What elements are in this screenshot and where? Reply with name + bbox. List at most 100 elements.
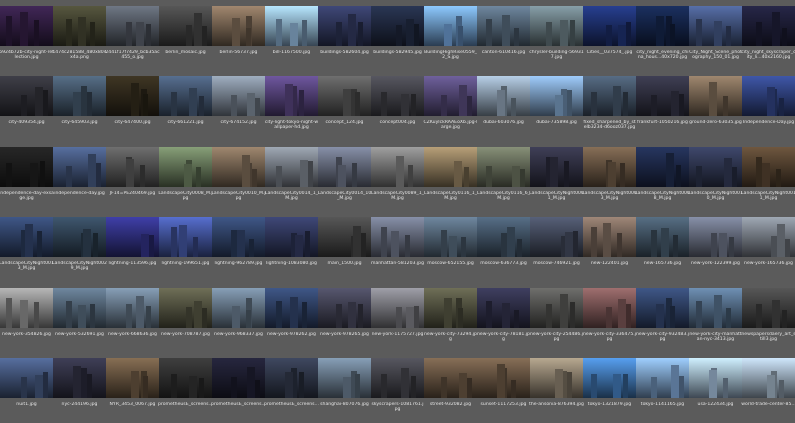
file-thumbnail[interactable] [530, 76, 583, 116]
file-item[interactable]: newspapersdaery_art_still3.jpg [741, 288, 795, 356]
file-item[interactable]: prometheusE_screens... [158, 358, 213, 418]
file-item[interactable]: LandscapeCity0089_1_M.jpg [371, 147, 424, 215]
file-item[interactable]: city_night_evening_china_hous...40x720.j… [636, 6, 689, 74]
file-item[interactable]: LandscapeCityNight0029_M.jpg [52, 217, 107, 285]
file-item[interactable]: nyc-244196.jpg [53, 358, 106, 418]
file-item[interactable]: new-york-city-932483.jpg [636, 288, 689, 356]
file-thumbnail[interactable] [636, 76, 689, 116]
file-thumbnail[interactable] [636, 6, 689, 46]
file-thumbnail[interactable] [265, 217, 318, 257]
file-item[interactable]: buildings-582604.jpg [318, 6, 371, 74]
file-item[interactable]: city-light-tokyo-night-wallpaper-hd.jpg [265, 76, 318, 144]
file-thumbnail[interactable] [212, 6, 265, 46]
file-thumbnail[interactable] [106, 358, 159, 398]
file-thumbnail[interactable] [583, 217, 636, 257]
file-thumbnail[interactable] [212, 358, 265, 398]
file-thumbnail[interactable] [583, 147, 636, 187]
file-thumbnail[interactable] [477, 6, 530, 46]
file-item[interactable]: BuildingHighRise0559_2_S.jpg [424, 6, 477, 74]
file-thumbnail[interactable] [53, 358, 106, 398]
file-thumbnail[interactable] [318, 6, 371, 46]
file-item[interactable]: LandscapeCityNight0008_M.jpg [635, 147, 690, 215]
file-item[interactable]: LandscapeCityNight0001_M.jpg [529, 147, 584, 215]
file-item[interactable]: city-661221.jpg [159, 76, 212, 144]
file-thumbnail[interactable] [159, 147, 212, 187]
file-thumbnail[interactable] [477, 358, 530, 398]
file-thumbnail[interactable] [212, 76, 265, 116]
file-thumbnail[interactable] [583, 6, 636, 46]
file-thumbnail[interactable] [636, 288, 689, 328]
file-thumbnail[interactable] [477, 217, 530, 257]
file-item[interactable]: CZKuylckRAAEoXb.jpg-large.jpg [424, 76, 477, 144]
file-item[interactable]: shanghai-807076.jpg [318, 358, 371, 418]
file-item[interactable]: prometheusE_screens... [211, 358, 266, 418]
file-item[interactable]: chrysler-building-569317.jpg [529, 6, 584, 74]
file-thumbnail[interactable] [106, 147, 159, 187]
file-thumbnail[interactable] [265, 147, 318, 187]
file-item[interactable]: berlin-56737.jpg [212, 6, 265, 74]
file-item[interactable]: tokyo-1321879.jpg [583, 358, 636, 418]
file-thumbnail[interactable] [212, 288, 265, 328]
file-item[interactable]: city-647400.jpg [106, 76, 159, 144]
file-item[interactable]: new-york-city-manhattan-nyc-3413.jpg [689, 288, 742, 356]
file-item[interactable]: new-york-city-254486.jpg [530, 288, 583, 356]
file-thumbnail[interactable] [318, 147, 371, 187]
file-thumbnail[interactable] [318, 358, 371, 398]
file-thumbnail[interactable] [424, 6, 477, 46]
file-thumbnail[interactable] [212, 147, 265, 187]
file-item[interactable]: city-674152.jpg [212, 76, 265, 144]
file-item[interactable]: lightning-199651.jpg [159, 217, 212, 285]
file-item[interactable]: skyscrapers-1081761.jpg [371, 358, 424, 418]
file-item[interactable]: LandscapeCityNight0011_M.jpg [741, 147, 795, 215]
file-thumbnail[interactable] [742, 358, 795, 398]
file-thumbnail[interactable] [477, 76, 530, 116]
file-thumbnail[interactable] [477, 288, 530, 328]
file-item[interactable]: street-932082.jpg [424, 358, 477, 418]
file-thumbnail[interactable] [636, 358, 689, 398]
file-item[interactable]: city-409354.jpg [0, 76, 53, 144]
file-thumbnail[interactable] [159, 217, 212, 257]
file-thumbnail[interactable] [265, 6, 318, 46]
file-item[interactable]: nuit1.jpg [0, 358, 53, 418]
file-item[interactable]: new-york-532691.jpg [53, 288, 106, 356]
file-item[interactable]: usa-122434.jpg [689, 358, 742, 418]
file-item[interactable]: new-york-city-78181.jpg [477, 288, 530, 356]
file-item[interactable]: new-york-968337.jpg [212, 288, 265, 356]
file-item[interactable]: lightning-1083080.jpg [265, 217, 318, 285]
file-thumbnail[interactable] [53, 76, 106, 116]
file-thumbnail[interactable] [424, 76, 477, 116]
file-thumbnail[interactable] [424, 217, 477, 257]
file-thumbnail[interactable] [0, 76, 53, 116]
file-thumbnail[interactable] [318, 217, 371, 257]
file-item[interactable]: LandscapeCityNight0013_M.jpg [0, 217, 54, 285]
file-item[interactable]: new-york-1175727.jpg [371, 288, 424, 356]
file-item[interactable]: new-york-165736.jpg [742, 217, 795, 285]
file-thumbnail[interactable] [689, 76, 742, 116]
file-item[interactable]: independence-day-exsage.jpg [0, 147, 54, 215]
file-item[interactable]: lightning-962789.jpg [212, 217, 265, 285]
file-item[interactable]: concept_124.jpg [318, 76, 371, 144]
file-thumbnail[interactable] [477, 147, 530, 187]
file-thumbnail[interactable] [265, 358, 318, 398]
file-item[interactable]: new-york-978265.jpg [318, 288, 371, 356]
file-item[interactable]: Cities__037574_.jpg [583, 6, 636, 74]
file-thumbnail[interactable] [636, 217, 689, 257]
file-item[interactable]: LandscapeCity0116_6_M.jpg [477, 147, 530, 215]
file-item[interactable]: LandscapeCity0014_10_M.jpg [318, 147, 371, 215]
file-thumbnail[interactable] [371, 217, 424, 257]
file-thumbnail[interactable] [371, 76, 424, 116]
file-item[interactable]: LandscapeCityNight0010_M.jpg [688, 147, 743, 215]
file-item[interactable]: LandscapeCity0010_M.jpg [211, 147, 266, 215]
file-item[interactable]: the-ansonia-876394.jpg [529, 358, 584, 418]
file-thumbnail[interactable] [371, 6, 424, 46]
file-thumbnail[interactable] [106, 288, 159, 328]
file-item[interactable]: canton-610416.jpg [477, 6, 530, 74]
file-thumbnail[interactable] [371, 358, 424, 398]
file-item[interactable]: ground-zero-63035.jpg [689, 76, 742, 144]
file-thumbnail[interactable] [371, 147, 424, 187]
file-thumbnail[interactable] [318, 76, 371, 116]
file-thumbnail[interactable] [689, 217, 742, 257]
file-thumbnail[interactable] [0, 358, 53, 398]
file-thumbnail[interactable] [265, 288, 318, 328]
file-thumbnail[interactable] [583, 76, 636, 116]
